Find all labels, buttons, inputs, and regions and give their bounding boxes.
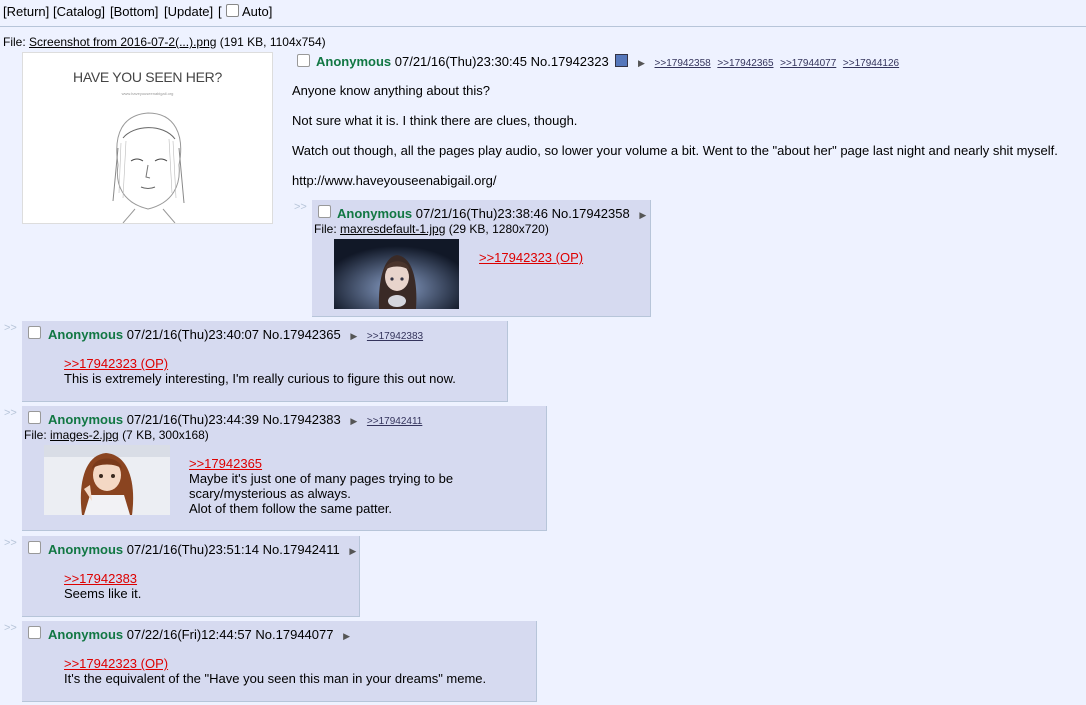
poster-name: Anonymous xyxy=(337,206,413,221)
post-info: Anonymous 07/22/16(Fri)12:44:57 No.17944… xyxy=(48,627,356,642)
file-info: File: images-2.jpg (7 KB, 300x168) xyxy=(24,428,209,442)
post-info: Anonymous 07/21/16(Thu)23:38:46 No.17942… xyxy=(337,206,652,221)
auto-update-checkbox[interactable] xyxy=(226,4,239,17)
file-info: File: maxresdefault-1.jpg (29 KB, 1280x7… xyxy=(314,222,549,236)
reply-link[interactable]: >>17942411 xyxy=(367,416,422,427)
post-datetime: 07/21/16(Thu)23:44:39 xyxy=(126,412,260,427)
post-datetime: 07/21/16(Thu)23:51:14 xyxy=(126,542,260,557)
post-datetime: 07/21/16(Thu)23:40:07 xyxy=(126,327,260,342)
post-menu-arrow-icon[interactable]: ▶ xyxy=(343,631,350,641)
poster-name: Anonymous xyxy=(48,412,124,427)
op-file-link[interactable]: Screenshot from 2016-07-2(...).png xyxy=(29,35,216,49)
reply-link[interactable]: >>17944077 xyxy=(780,58,836,69)
poster-name: Anonymous xyxy=(48,542,124,557)
post-number[interactable]: No.17942323 xyxy=(531,54,609,69)
message-line: Watch out though, all the pages play aud… xyxy=(292,143,1058,158)
post-number[interactable]: No.17942383 xyxy=(263,412,341,427)
poster-name: Anonymous xyxy=(316,54,392,69)
reply-post: Anonymous 07/21/16(Thu)23:44:39 No.17942… xyxy=(22,406,547,531)
quote-link[interactable]: >>17942323 (OP) xyxy=(64,356,168,371)
reply-link[interactable]: >>17942383 xyxy=(367,331,423,342)
post-info: Anonymous 07/21/16(Thu)23:51:14 No.17942… xyxy=(48,542,362,557)
message-line: Seems like it. xyxy=(64,586,142,601)
reply-arrow: >> xyxy=(294,201,307,213)
anime-girl-dark-image xyxy=(334,239,459,309)
post-thumbnail[interactable] xyxy=(44,445,170,515)
reply-post: Anonymous 07/21/16(Thu)23:51:14 No.17942… xyxy=(22,536,360,617)
quote-link[interactable]: >>17942365 xyxy=(189,456,262,471)
post-thumbnail[interactable] xyxy=(334,239,459,309)
message-line: Maybe it's just one of many pages trying… xyxy=(189,471,454,486)
post-number[interactable]: No.17944077 xyxy=(255,627,333,642)
post-datetime: 07/22/16(Fri)12:44:57 xyxy=(126,627,252,642)
girl-sketch-drawing xyxy=(112,112,185,223)
post-number[interactable]: No.17942365 xyxy=(263,327,341,342)
file-link[interactable]: maxresdefault-1.jpg xyxy=(340,222,445,236)
message-line: Anyone know anything about this? xyxy=(292,83,491,98)
op-file-size: (191 KB, 1104x754) xyxy=(219,35,326,49)
post-select-checkbox[interactable] xyxy=(318,205,331,218)
file-size: (29 KB, 1280x720) xyxy=(448,222,549,236)
post-menu-arrow-icon[interactable]: ▶ xyxy=(349,546,356,556)
post-number[interactable]: No.17942358 xyxy=(552,206,630,221)
message-line: It's the equivalent of the "Have you see… xyxy=(64,671,487,686)
return-link[interactable]: [Return] xyxy=(3,4,49,19)
post-menu-arrow-icon[interactable]: ▶ xyxy=(638,58,645,68)
reply-link[interactable]: >>17944126 xyxy=(843,58,899,69)
reply-post: Anonymous 07/21/16(Thu)23:40:07 No.17942… xyxy=(22,321,508,402)
anime-girl-image xyxy=(44,445,170,515)
update-link[interactable]: [Update] xyxy=(164,4,213,19)
post-select-checkbox[interactable] xyxy=(28,626,41,639)
file-label: File: xyxy=(24,428,47,442)
post-number[interactable]: No.17942411 xyxy=(263,542,340,557)
reply-post: Anonymous 07/21/16(Thu)23:38:46 No.17942… xyxy=(312,200,651,317)
catalog-link[interactable]: [Catalog] xyxy=(53,4,105,19)
auto-bracket: [ xyxy=(218,4,222,19)
post-select-checkbox[interactable] xyxy=(28,411,41,424)
message-line: Alot of them follow the same patter. xyxy=(189,501,393,516)
op-post-info: Anonymous 07/21/16(Thu)23:30:45 No.17942… xyxy=(316,54,902,69)
file-size: (7 KB, 300x168) xyxy=(122,428,209,442)
quote-link[interactable]: >>17942383 xyxy=(64,571,137,586)
reply-post: Anonymous 07/22/16(Fri)12:44:57 No.17944… xyxy=(22,621,537,702)
post-menu-arrow-icon[interactable]: ▶ xyxy=(350,416,357,426)
reply-arrow: >> xyxy=(4,407,17,419)
quote-link[interactable]: >>17942323 (OP) xyxy=(479,250,583,265)
post-menu-arrow-icon[interactable]: ▶ xyxy=(350,331,357,341)
file-link[interactable]: images-2.jpg xyxy=(50,428,119,442)
post-datetime: 07/21/16(Thu)23:38:46 xyxy=(415,206,549,221)
reply-arrow: >> xyxy=(4,322,17,334)
post-datetime: 07/21/16(Thu)23:30:45 xyxy=(394,54,528,69)
message-line[interactable]: http://www.haveyouseenabigail.org/ xyxy=(292,173,497,188)
file-label: File: xyxy=(3,35,26,49)
message-line: This is extremely interesting, I'm reall… xyxy=(64,371,456,386)
post-info: Anonymous 07/21/16(Thu)23:40:07 No.17942… xyxy=(48,327,426,342)
auto-label: Auto] xyxy=(242,4,273,19)
message-line: Not sure what it is. I think there are c… xyxy=(292,113,578,128)
reply-icon[interactable] xyxy=(615,54,629,67)
reply-arrow: >> xyxy=(4,622,17,634)
post-select-checkbox[interactable] xyxy=(28,541,41,554)
file-label: File: xyxy=(314,222,337,236)
post-info: Anonymous 07/21/16(Thu)23:44:39 No.17942… xyxy=(48,412,425,427)
op-file-info: File: Screenshot from 2016-07-2(...).png… xyxy=(3,35,326,49)
quote-link[interactable]: >>17942323 (OP) xyxy=(64,656,168,671)
post-select-checkbox[interactable] xyxy=(28,326,41,339)
poster-name: Anonymous xyxy=(48,327,124,342)
reply-link[interactable]: >>17942365 xyxy=(717,58,773,69)
message-line: scary/mysterious as always. xyxy=(189,486,351,501)
reply-link[interactable]: >>17942358 xyxy=(655,58,711,69)
bottom-link[interactable]: [Bottom] xyxy=(110,4,158,19)
reply-arrow: >> xyxy=(4,537,17,549)
op-select-checkbox[interactable] xyxy=(297,54,310,67)
op-image[interactable]: HAVE YOU SEEN HER? www.haveyouseenabigai… xyxy=(22,52,273,224)
thread-navigation: [Return] [Catalog] [Bottom] [Update] [ A… xyxy=(0,0,1086,27)
post-menu-arrow-icon[interactable]: ▶ xyxy=(639,210,646,220)
poster-name: Anonymous xyxy=(48,627,124,642)
